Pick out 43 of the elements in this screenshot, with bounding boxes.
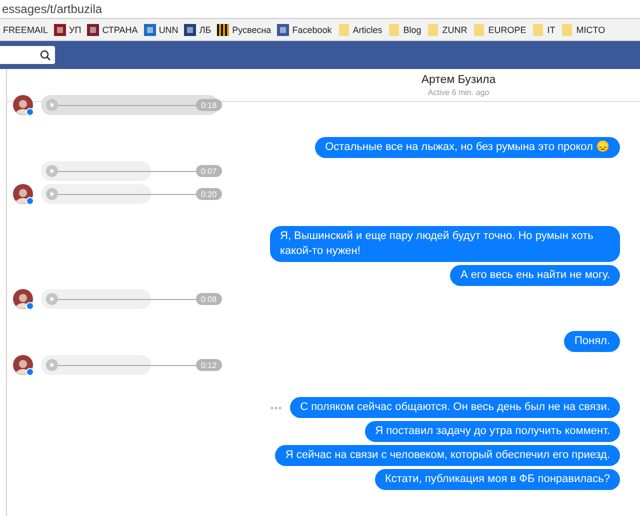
play-icon[interactable] (46, 165, 58, 177)
folder-icon (388, 24, 400, 36)
bookmark-link[interactable]: ЛБ (199, 24, 212, 34)
message-bubble: А его весь ень найти не могу. (450, 265, 620, 286)
bookmark-link[interactable]: СТРАНА (102, 24, 138, 34)
bookmark-link[interactable]: УП (69, 24, 82, 34)
voice-duration: 0:07 (196, 165, 222, 177)
voice-duration: 0:20 (196, 188, 222, 200)
bookmark-link[interactable]: MICTO (576, 24, 606, 34)
message-bubble: Я поставил задачу до утра получить коммент. (365, 421, 620, 442)
bookmark-link[interactable]: EUROPE (488, 24, 526, 34)
play-icon[interactable] (46, 359, 58, 371)
message-bubble: С поляком сейчас общаются. Он весь день был не на связи. (290, 397, 620, 418)
bookmark-link[interactable]: Facebook (292, 24, 332, 34)
message-bubble: Остальные все на лыжах, но без румына это прокол 😞 (315, 137, 620, 158)
bookmark-link[interactable]: IT (547, 24, 556, 34)
voice-duration: 0:08 (196, 293, 222, 305)
bookmark-link[interactable]: Русвесна (232, 24, 272, 34)
message-bubble: Понял. (564, 331, 620, 352)
address-url[interactable]: essages/t/artbuzila (2, 2, 102, 16)
play-icon[interactable] (46, 293, 58, 305)
folder-icon (427, 24, 440, 36)
play-icon[interactable] (46, 99, 58, 111)
folder-icon (473, 24, 486, 36)
folder-icon (338, 24, 350, 36)
active-status: Active 6 min. ago (428, 88, 490, 96)
message-bubble: Я сейчас на связи с человеком, который обеспечил его приезд. (275, 445, 620, 466)
search-field[interactable] (0, 46, 55, 64)
play-icon[interactable] (46, 188, 58, 200)
more-options-icon[interactable] (270, 406, 282, 410)
contact-name: Артем Бузила (421, 74, 496, 86)
search-icon[interactable] (40, 50, 51, 60)
message-bubble: Я, Вышинский и еще пару людей будут точно. Но румын хоть какой-то нужен! (270, 226, 620, 262)
voice-duration: 0:18 (196, 99, 222, 111)
voice-duration: 0:12 (196, 359, 222, 371)
bookmark-link[interactable]: FREEMAIL (3, 24, 48, 34)
bookmark-link[interactable]: Blog (403, 24, 422, 34)
bookmark-link[interactable]: UNN (158, 24, 178, 34)
folder-icon (532, 24, 544, 36)
message-bubble: Кстати, публикация моя в ФБ понравилась? (374, 469, 620, 490)
bookmark-link[interactable]: Articles (352, 24, 382, 34)
folder-icon (561, 24, 574, 36)
bookmark-link[interactable]: ZUNR (442, 24, 468, 34)
